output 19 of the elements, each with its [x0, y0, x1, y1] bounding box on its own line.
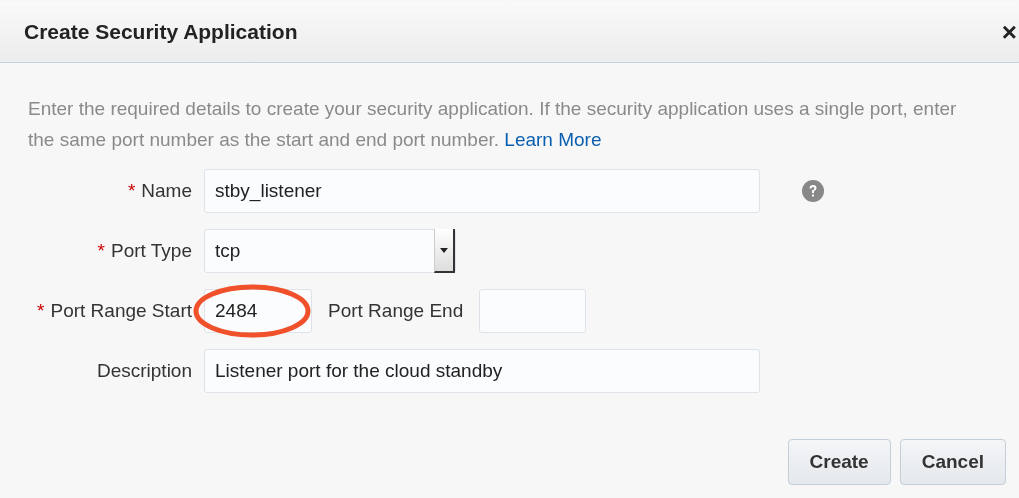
dialog-title: Create Security Application — [24, 20, 298, 44]
select-field[interactable]: tcp — [204, 229, 456, 273]
field-label: Port Range End — [328, 300, 464, 322]
label-text: Port Range Start — [50, 300, 192, 322]
required-mark: * — [37, 300, 45, 322]
dialog-button[interactable]: Cancel — [899, 439, 1006, 485]
label-text: Port Type — [111, 240, 192, 262]
dialog-button[interactable]: Create — [787, 439, 891, 485]
help-icon[interactable] — [802, 180, 824, 202]
text-field[interactable]: stby_listener — [204, 169, 760, 213]
learn-more-link[interactable]: Learn More — [504, 129, 602, 150]
label-text: Name — [141, 180, 192, 202]
port-end-field[interactable] — [479, 289, 587, 333]
text-field[interactable]: Listener port for the cloud standby — [204, 349, 760, 393]
intro-text: Enter the required details to create your security application. If the security application uses a single port, enter the same port number as the start and end port number. Learn More — [28, 97, 958, 152]
required-mark: * — [127, 180, 136, 202]
label-text: Description — [96, 360, 192, 382]
required-mark: * — [97, 240, 105, 262]
close-button[interactable]: × — [997, 16, 1019, 48]
